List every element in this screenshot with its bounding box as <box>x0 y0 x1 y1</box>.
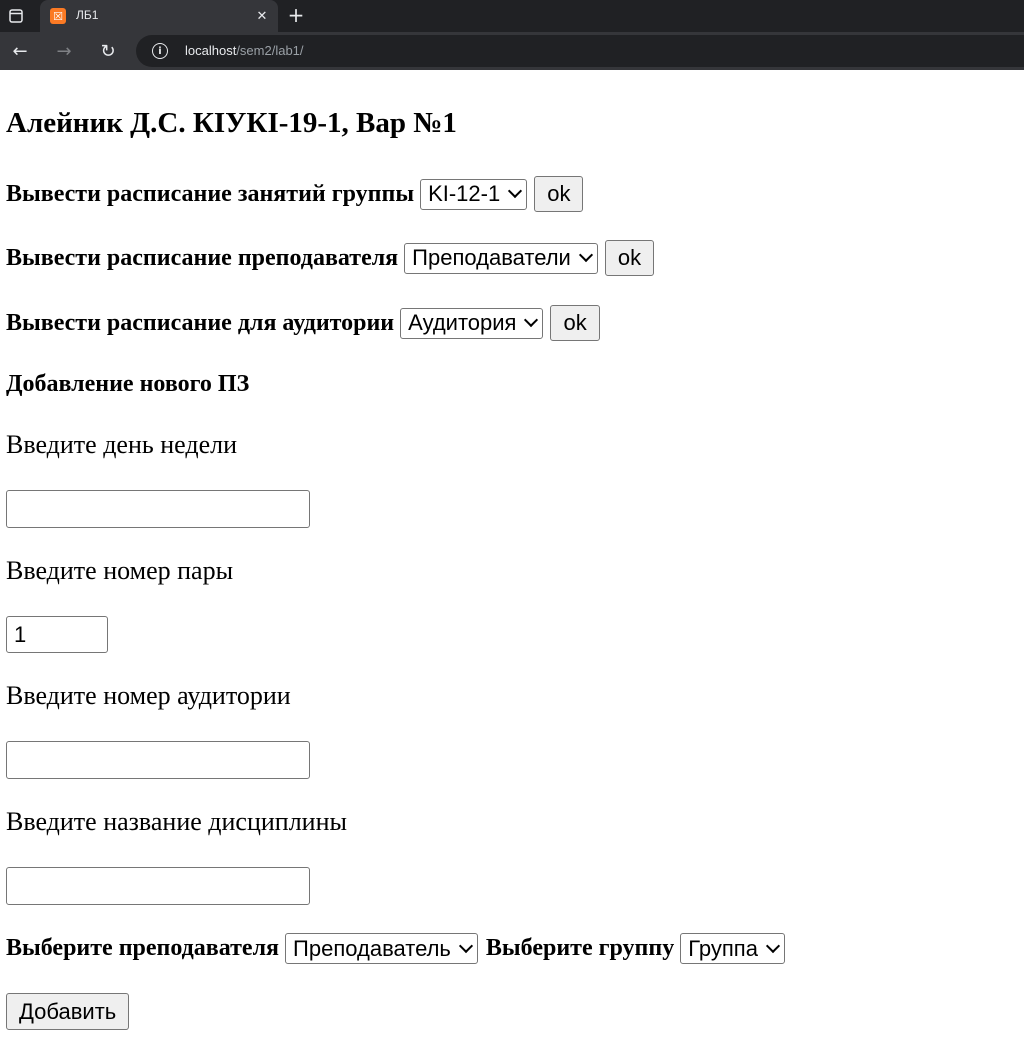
chevron-down-icon <box>578 247 593 263</box>
xampp-favicon-icon: ☒ <box>50 8 66 24</box>
add-section-heading: Добавление нового ПЗ <box>6 371 250 397</box>
teacher-schedule-label: Вывести расписание преподавателя <box>6 244 399 271</box>
group-ok-button[interactable]: ok <box>534 176 584 212</box>
tab-title: ЛБ1 <box>76 8 99 22</box>
browser-tab-bar: ☒ ЛБ1 ✕ + <box>0 0 1024 32</box>
discipline-label: Введите название дисциплины <box>6 807 347 836</box>
back-icon[interactable]: ← <box>10 41 30 62</box>
teacher-choice-select[interactable]: Преподаватель <box>285 933 478 964</box>
room-select[interactable]: Аудитория <box>400 307 544 339</box>
room-ok-button[interactable]: ok <box>550 305 600 341</box>
day-label: Введите день недели <box>6 430 238 459</box>
close-tab-icon[interactable]: ✕ <box>254 8 270 24</box>
pair-label: Введите номер пары <box>6 556 234 585</box>
browser-tab[interactable]: ☒ ЛБ1 ✕ <box>40 0 278 32</box>
new-tab-icon[interactable]: + <box>286 5 306 25</box>
room-schedule-form: Вывести расписание для аудитории Аудитор… <box>6 305 600 341</box>
browser-toolbar: ← → ↻ i localhost/sem2/lab1/ <box>0 32 1024 70</box>
chevron-down-icon <box>458 938 473 953</box>
group-select[interactable]: KI-12-1 <box>420 178 528 210</box>
teacher-choice-label: Выберите преподавателя <box>6 935 280 961</box>
teacher-select[interactable]: Преподаватели <box>404 242 598 274</box>
address-bar[interactable]: i localhost/sem2/lab1/ <box>136 35 1024 67</box>
room-label: Введите номер аудитории <box>6 681 291 710</box>
assign-row: Выберите преподавателя Преподаватель Выб… <box>6 933 785 964</box>
forward-icon[interactable]: → <box>54 41 74 62</box>
group-schedule-form: Вывести расписание занятий группы KI-12-… <box>6 176 584 212</box>
page-title: Алейник Д.С. КІУКІ-19-1, Вар №1 <box>6 107 457 139</box>
group-choice-label: Выберите группу <box>485 935 675 961</box>
submit-row: Добавить <box>6 993 130 1030</box>
tab-search-icon[interactable] <box>8 8 24 24</box>
reload-icon[interactable]: ↻ <box>98 41 118 62</box>
discipline-input[interactable] <box>6 867 310 905</box>
chevron-down-icon <box>508 183 523 199</box>
group-choice-select[interactable]: Группа <box>680 933 785 964</box>
chevron-down-icon <box>765 938 781 953</box>
pair-number-input[interactable]: 1 <box>6 616 108 653</box>
room-schedule-label: Вывести расписание для аудитории <box>6 309 395 336</box>
day-input[interactable] <box>6 490 310 528</box>
room-input[interactable] <box>6 741 310 779</box>
site-info-icon[interactable]: i <box>152 43 168 59</box>
chevron-down-icon <box>524 312 539 328</box>
group-schedule-label: Вывести расписание занятий группы <box>6 180 415 207</box>
url-text: localhost/sem2/lab1/ <box>185 43 304 58</box>
teacher-ok-button[interactable]: ok <box>604 240 655 276</box>
teacher-schedule-form: Вывести расписание преподавателя Препода… <box>6 240 655 276</box>
add-button[interactable]: Добавить <box>6 993 130 1030</box>
